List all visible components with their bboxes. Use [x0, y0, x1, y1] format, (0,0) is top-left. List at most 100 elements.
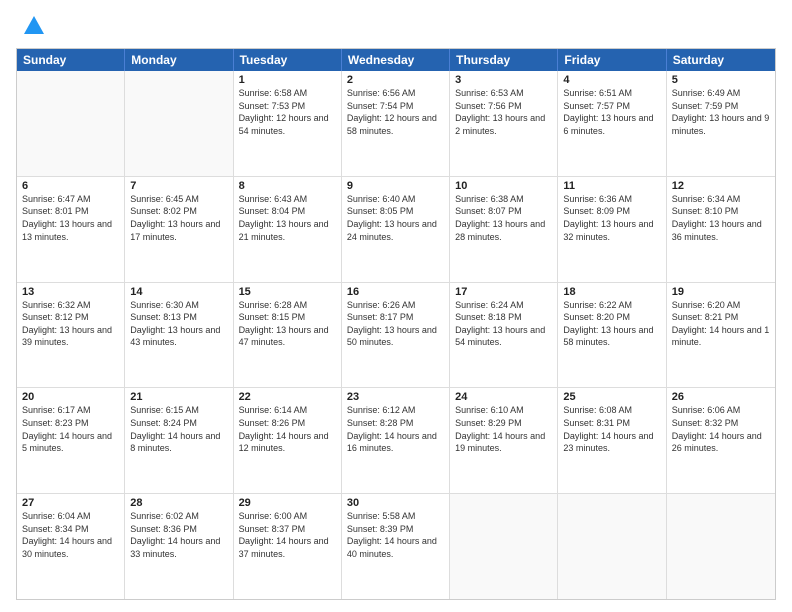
calendar-day-12: 12Sunrise: 6:34 AM Sunset: 8:10 PM Dayli… — [667, 177, 775, 282]
calendar-week-5: 27Sunrise: 6:04 AM Sunset: 8:34 PM Dayli… — [17, 494, 775, 599]
calendar-week-3: 13Sunrise: 6:32 AM Sunset: 8:12 PM Dayli… — [17, 283, 775, 389]
day-number: 16 — [347, 286, 444, 298]
day-info: Sunrise: 6:58 AM Sunset: 7:53 PM Dayligh… — [239, 87, 336, 137]
day-header-thursday: Thursday — [450, 49, 558, 71]
calendar-day-7: 7Sunrise: 6:45 AM Sunset: 8:02 PM Daylig… — [125, 177, 233, 282]
day-header-monday: Monday — [125, 49, 233, 71]
day-header-friday: Friday — [558, 49, 666, 71]
day-info: Sunrise: 6:00 AM Sunset: 8:37 PM Dayligh… — [239, 510, 336, 560]
day-number: 14 — [130, 286, 227, 298]
calendar-day-23: 23Sunrise: 6:12 AM Sunset: 8:28 PM Dayli… — [342, 388, 450, 493]
page: SundayMondayTuesdayWednesdayThursdayFrid… — [0, 0, 792, 612]
calendar-empty-cell — [125, 71, 233, 176]
day-info: Sunrise: 6:49 AM Sunset: 7:59 PM Dayligh… — [672, 87, 770, 137]
day-info: Sunrise: 6:43 AM Sunset: 8:04 PM Dayligh… — [239, 193, 336, 243]
calendar-empty-cell — [450, 494, 558, 599]
calendar-day-2: 2Sunrise: 6:56 AM Sunset: 7:54 PM Daylig… — [342, 71, 450, 176]
day-number: 25 — [563, 391, 660, 403]
day-number: 24 — [455, 391, 552, 403]
day-info: Sunrise: 6:28 AM Sunset: 8:15 PM Dayligh… — [239, 299, 336, 349]
day-number: 9 — [347, 180, 444, 192]
calendar-day-17: 17Sunrise: 6:24 AM Sunset: 8:18 PM Dayli… — [450, 283, 558, 388]
calendar: SundayMondayTuesdayWednesdayThursdayFrid… — [16, 48, 776, 600]
calendar-week-4: 20Sunrise: 6:17 AM Sunset: 8:23 PM Dayli… — [17, 388, 775, 494]
calendar-day-3: 3Sunrise: 6:53 AM Sunset: 7:56 PM Daylig… — [450, 71, 558, 176]
day-number: 4 — [563, 74, 660, 86]
calendar-day-27: 27Sunrise: 6:04 AM Sunset: 8:34 PM Dayli… — [17, 494, 125, 599]
day-info: Sunrise: 6:20 AM Sunset: 8:21 PM Dayligh… — [672, 299, 770, 349]
day-info: Sunrise: 6:36 AM Sunset: 8:09 PM Dayligh… — [563, 193, 660, 243]
calendar-day-22: 22Sunrise: 6:14 AM Sunset: 8:26 PM Dayli… — [234, 388, 342, 493]
day-info: Sunrise: 6:40 AM Sunset: 8:05 PM Dayligh… — [347, 193, 444, 243]
calendar-day-5: 5Sunrise: 6:49 AM Sunset: 7:59 PM Daylig… — [667, 71, 775, 176]
day-header-saturday: Saturday — [667, 49, 775, 71]
calendar-body: 1Sunrise: 6:58 AM Sunset: 7:53 PM Daylig… — [17, 71, 775, 599]
calendar-day-21: 21Sunrise: 6:15 AM Sunset: 8:24 PM Dayli… — [125, 388, 233, 493]
day-number: 5 — [672, 74, 770, 86]
day-number: 8 — [239, 180, 336, 192]
calendar-day-8: 8Sunrise: 6:43 AM Sunset: 8:04 PM Daylig… — [234, 177, 342, 282]
day-info: Sunrise: 6:12 AM Sunset: 8:28 PM Dayligh… — [347, 404, 444, 454]
day-info: Sunrise: 6:14 AM Sunset: 8:26 PM Dayligh… — [239, 404, 336, 454]
calendar-day-20: 20Sunrise: 6:17 AM Sunset: 8:23 PM Dayli… — [17, 388, 125, 493]
day-number: 3 — [455, 74, 552, 86]
calendar-empty-cell — [558, 494, 666, 599]
day-number: 23 — [347, 391, 444, 403]
calendar-day-25: 25Sunrise: 6:08 AM Sunset: 8:31 PM Dayli… — [558, 388, 666, 493]
calendar-day-15: 15Sunrise: 6:28 AM Sunset: 8:15 PM Dayli… — [234, 283, 342, 388]
calendar-day-18: 18Sunrise: 6:22 AM Sunset: 8:20 PM Dayli… — [558, 283, 666, 388]
day-number: 10 — [455, 180, 552, 192]
calendar-day-10: 10Sunrise: 6:38 AM Sunset: 8:07 PM Dayli… — [450, 177, 558, 282]
day-info: Sunrise: 6:06 AM Sunset: 8:32 PM Dayligh… — [672, 404, 770, 454]
day-info: Sunrise: 6:30 AM Sunset: 8:13 PM Dayligh… — [130, 299, 227, 349]
day-number: 22 — [239, 391, 336, 403]
day-info: Sunrise: 5:58 AM Sunset: 8:39 PM Dayligh… — [347, 510, 444, 560]
calendar-day-4: 4Sunrise: 6:51 AM Sunset: 7:57 PM Daylig… — [558, 71, 666, 176]
day-header-sunday: Sunday — [17, 49, 125, 71]
calendar-empty-cell — [17, 71, 125, 176]
day-info: Sunrise: 6:56 AM Sunset: 7:54 PM Dayligh… — [347, 87, 444, 137]
calendar-day-29: 29Sunrise: 6:00 AM Sunset: 8:37 PM Dayli… — [234, 494, 342, 599]
calendar-day-13: 13Sunrise: 6:32 AM Sunset: 8:12 PM Dayli… — [17, 283, 125, 388]
calendar-day-9: 9Sunrise: 6:40 AM Sunset: 8:05 PM Daylig… — [342, 177, 450, 282]
day-number: 19 — [672, 286, 770, 298]
day-number: 30 — [347, 497, 444, 509]
day-info: Sunrise: 6:24 AM Sunset: 8:18 PM Dayligh… — [455, 299, 552, 349]
day-number: 21 — [130, 391, 227, 403]
logo-icon — [20, 12, 48, 40]
calendar-header-row: SundayMondayTuesdayWednesdayThursdayFrid… — [17, 49, 775, 71]
day-header-tuesday: Tuesday — [234, 49, 342, 71]
calendar-week-1: 1Sunrise: 6:58 AM Sunset: 7:53 PM Daylig… — [17, 71, 775, 177]
day-number: 1 — [239, 74, 336, 86]
day-info: Sunrise: 6:51 AM Sunset: 7:57 PM Dayligh… — [563, 87, 660, 137]
day-number: 6 — [22, 180, 119, 192]
day-info: Sunrise: 6:38 AM Sunset: 8:07 PM Dayligh… — [455, 193, 552, 243]
day-number: 20 — [22, 391, 119, 403]
day-number: 29 — [239, 497, 336, 509]
calendar-week-2: 6Sunrise: 6:47 AM Sunset: 8:01 PM Daylig… — [17, 177, 775, 283]
calendar-day-16: 16Sunrise: 6:26 AM Sunset: 8:17 PM Dayli… — [342, 283, 450, 388]
day-number: 27 — [22, 497, 119, 509]
calendar-day-14: 14Sunrise: 6:30 AM Sunset: 8:13 PM Dayli… — [125, 283, 233, 388]
day-number: 17 — [455, 286, 552, 298]
day-number: 15 — [239, 286, 336, 298]
calendar-day-28: 28Sunrise: 6:02 AM Sunset: 8:36 PM Dayli… — [125, 494, 233, 599]
header — [16, 12, 776, 40]
day-info: Sunrise: 6:17 AM Sunset: 8:23 PM Dayligh… — [22, 404, 119, 454]
day-info: Sunrise: 6:22 AM Sunset: 8:20 PM Dayligh… — [563, 299, 660, 349]
calendar-day-30: 30Sunrise: 5:58 AM Sunset: 8:39 PM Dayli… — [342, 494, 450, 599]
day-info: Sunrise: 6:45 AM Sunset: 8:02 PM Dayligh… — [130, 193, 227, 243]
calendar-empty-cell — [667, 494, 775, 599]
calendar-day-11: 11Sunrise: 6:36 AM Sunset: 8:09 PM Dayli… — [558, 177, 666, 282]
day-info: Sunrise: 6:34 AM Sunset: 8:10 PM Dayligh… — [672, 193, 770, 243]
day-number: 11 — [563, 180, 660, 192]
day-info: Sunrise: 6:02 AM Sunset: 8:36 PM Dayligh… — [130, 510, 227, 560]
day-number: 7 — [130, 180, 227, 192]
day-info: Sunrise: 6:10 AM Sunset: 8:29 PM Dayligh… — [455, 404, 552, 454]
calendar-day-26: 26Sunrise: 6:06 AM Sunset: 8:32 PM Dayli… — [667, 388, 775, 493]
day-info: Sunrise: 6:08 AM Sunset: 8:31 PM Dayligh… — [563, 404, 660, 454]
day-header-wednesday: Wednesday — [342, 49, 450, 71]
day-number: 12 — [672, 180, 770, 192]
day-number: 13 — [22, 286, 119, 298]
calendar-day-24: 24Sunrise: 6:10 AM Sunset: 8:29 PM Dayli… — [450, 388, 558, 493]
